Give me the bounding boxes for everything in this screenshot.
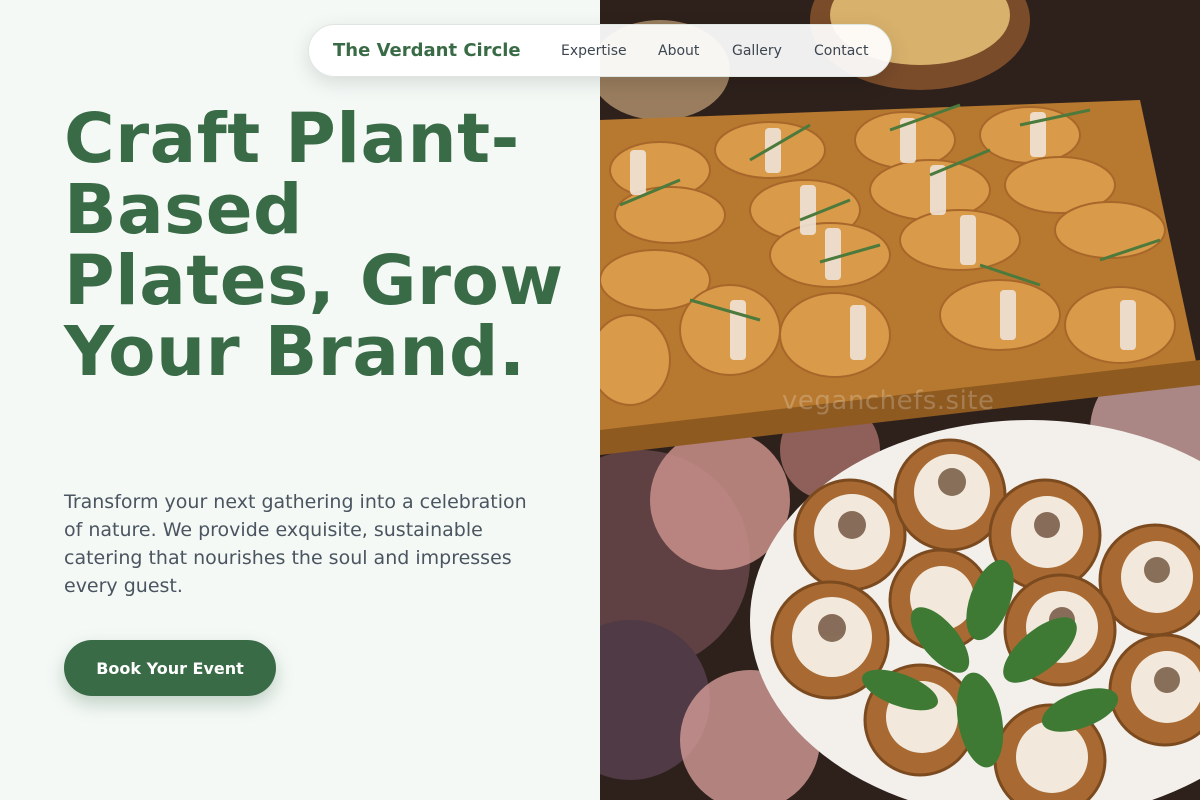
nav-link-about[interactable]: About <box>658 43 699 59</box>
hero-panel: Craft Plant-Based Plates, Grow Your Bran… <box>0 0 600 800</box>
hero-title: Craft Plant-Based Plates, Grow Your Bran… <box>64 99 564 392</box>
hero-subtitle: Transform your next gathering into a cel… <box>64 491 527 597</box>
image-watermark: veganchefs.site <box>782 386 995 416</box>
nav-link-contact[interactable]: Contact <box>814 43 868 59</box>
top-navigation: The Verdant Circle Expertise About Galle… <box>308 24 892 77</box>
book-event-button[interactable]: Book Your Event <box>64 640 276 696</box>
brand-logo-text[interactable]: The Verdant Circle <box>333 40 521 61</box>
nav-link-gallery[interactable]: Gallery <box>732 43 782 59</box>
nav-link-expertise[interactable]: Expertise <box>561 43 627 59</box>
